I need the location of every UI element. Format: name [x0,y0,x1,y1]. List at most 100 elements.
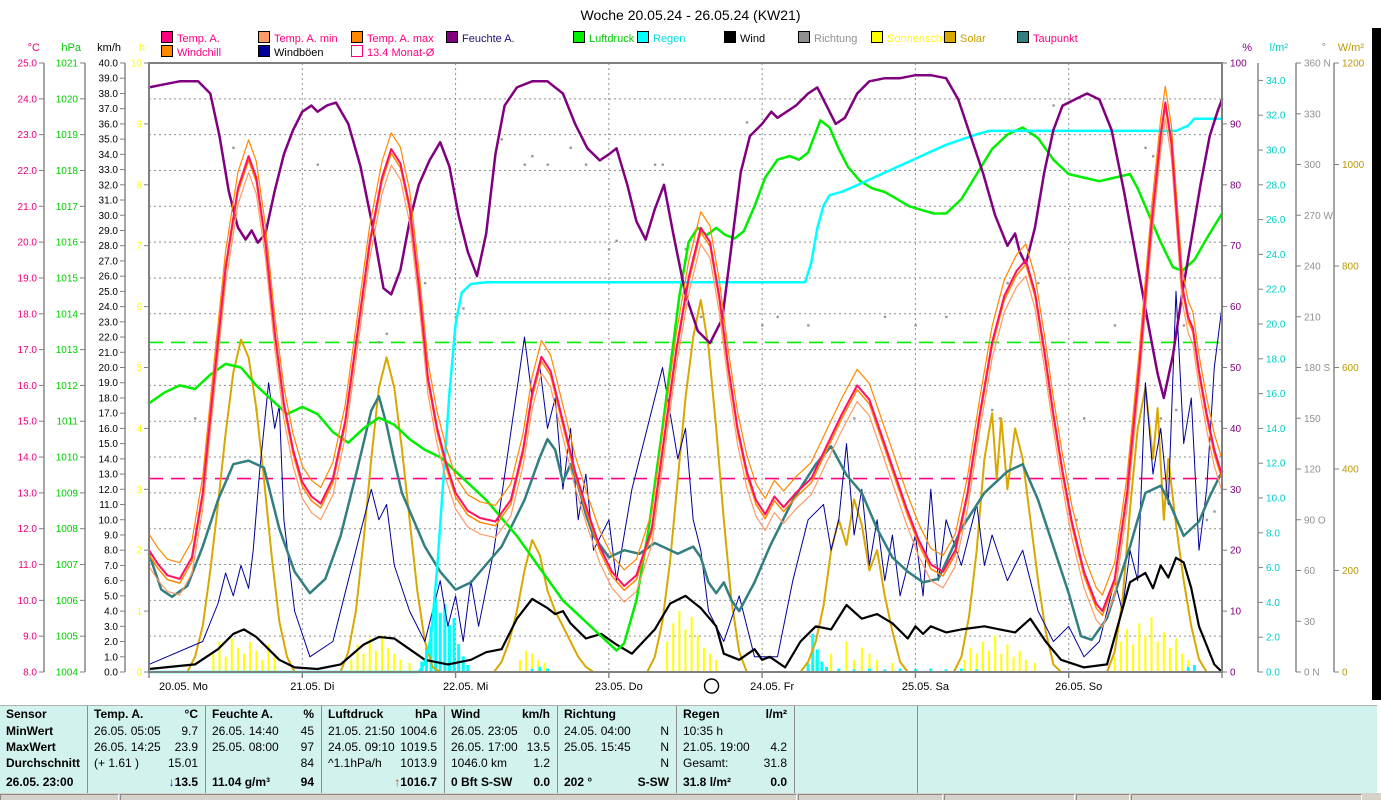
legend-label: Windböen [274,47,324,59]
moon-phase-icon [703,678,720,694]
tick-label-pct: 80 [1230,180,1242,191]
tick-label-kmh: 10.0 [99,515,119,526]
direction-dot [1175,408,1178,412]
direction-dot [745,121,749,124]
direction-dot [546,163,549,166]
tick-label-temp: 13.0 [18,488,38,499]
legend-label: Richtung [814,33,858,45]
legend-swatch-icon [351,45,363,57]
tick-label-dir: 270 W [1304,211,1333,222]
legend-item-windchill: Windchill [161,45,221,59]
direction-dot [653,163,657,166]
trend-down-icon: ↓ [168,775,175,789]
legend-item-taupunkt: Taupunkt [1017,31,1078,45]
tick-label-temp: 15.0 [18,417,38,428]
stats-cell: 84 [300,756,314,770]
stats-cell: 0 Bft S-SW 0.0 [451,775,550,789]
tick-label-temp: 19.0 [18,273,38,284]
direction-dot [531,155,534,158]
tick-label-h: 8 [136,180,142,191]
status-bar-segment [798,794,943,800]
tick-label-pct: 40 [1230,424,1242,435]
tick-label-lm2: 8.0 [1266,528,1280,539]
direction-dot [761,324,764,327]
tick-label-kmh: 30.0 [99,211,119,222]
legend-item-temp-a-max: Temp. A. max [351,31,434,45]
direction-dot [316,163,320,166]
day-label: 21.05. Di [290,681,334,693]
legend-swatch-icon [798,31,810,43]
tick-label-wm2: 800 [1342,262,1359,273]
tick-label-lm2: 30.0 [1266,146,1286,157]
stats-cell: Luftdruck hPa [328,707,437,721]
legend-swatch-icon [258,31,270,43]
direction-dot [615,239,618,243]
stats-cell: Richtung [564,707,616,721]
stats-cell [795,723,917,739]
direction-dot [193,417,197,420]
stats-cell: Gesamt: 31.8 [683,756,787,770]
legend-label: Feuchte A. [462,33,515,45]
tick-label-wm2: 600 [1342,363,1359,374]
stats-cell: 26.05. 14:40 45 [212,724,314,738]
tick-label-hpa: 1012 [56,381,79,392]
tick-label-lm2: 6.0 [1266,563,1280,574]
series-windchill [148,105,1223,617]
legend-swatch-icon [446,31,458,43]
legend-swatch-icon [724,31,736,43]
legend-item-temp-a-min: Temp. A. min [258,31,338,45]
direction-dot [232,146,235,149]
direction-dot [377,341,381,344]
day-label: 25.05. Sa [902,681,950,693]
tick-label-pct: 100 [1230,59,1247,70]
stats-col-luftdruck: Luftdruck hPa 21.05. 21:50 1004.6 24.05. 09:… [322,706,445,794]
stats-cell [795,739,917,755]
tick-label-hpa: 1008 [56,524,79,535]
direction-dot [661,163,664,166]
legend-swatch-icon [871,31,883,43]
stats-cell: 26.05. 17:00 13.5 [451,740,550,754]
legend-item-richtung: Richtung [798,31,858,45]
direction-dot [945,315,948,319]
tick-label-lm2: 32.0 [1266,111,1286,122]
direction-dot [807,324,810,327]
direction-dot [1213,510,1216,513]
tick-label-kmh: 31.0 [99,196,119,207]
tick-label-kmh: 20.0 [99,363,119,374]
stats-cell: 26.05. 23:00 [6,775,74,789]
axis-header-dir: ° [1322,42,1326,54]
direction-dot [607,248,611,251]
right-edge-strip [1372,28,1381,700]
tick-label-lm2: 18.0 [1266,354,1286,365]
stats-cell: Regen l/m² [683,707,787,721]
legend-label: Temp. A. [177,33,220,45]
direction-dot [1083,417,1086,420]
status-bar-segment [1076,794,1130,800]
tick-label-h: 1 [136,607,142,618]
day-label: 23.05. Do [595,681,643,693]
weather-chart-plot[interactable]: °C8.09.010.011.012.013.014.015.016.017.0… [0,0,1381,800]
series-temp_a [148,101,1223,613]
stats-cell: 24.05. 04:00 N [564,724,669,738]
legend-item-temp-a-: Temp. A. [161,31,220,45]
tick-label-kmh: 37.0 [99,104,119,115]
tick-label-kmh: 27.0 [99,256,119,267]
tick-label-hpa: 1017 [56,202,79,213]
tick-label-temp: 14.0 [18,453,38,464]
legend-item-solar: Solar [944,31,986,45]
status-bar-segment [120,794,797,800]
tick-label-kmh: 16.0 [99,424,119,435]
legend-swatch-icon [161,45,173,57]
tick-label-hpa: 1011 [56,417,78,428]
legend-item-feuchte-a-: Feuchte A. [446,31,515,45]
direction-dot [1205,518,1209,522]
tick-label-temp: 12.0 [18,524,38,535]
direction-dot [523,163,526,166]
tick-label-temp: 25.0 [18,59,38,70]
stats-col-empty [795,706,918,794]
stats-cell: MinWert [6,724,54,738]
tick-label-pct: 20 [1230,546,1242,557]
stats-cell: Sensor [6,707,47,721]
tick-label-kmh: 17.0 [99,409,119,420]
legend-label: Solar [960,33,986,45]
